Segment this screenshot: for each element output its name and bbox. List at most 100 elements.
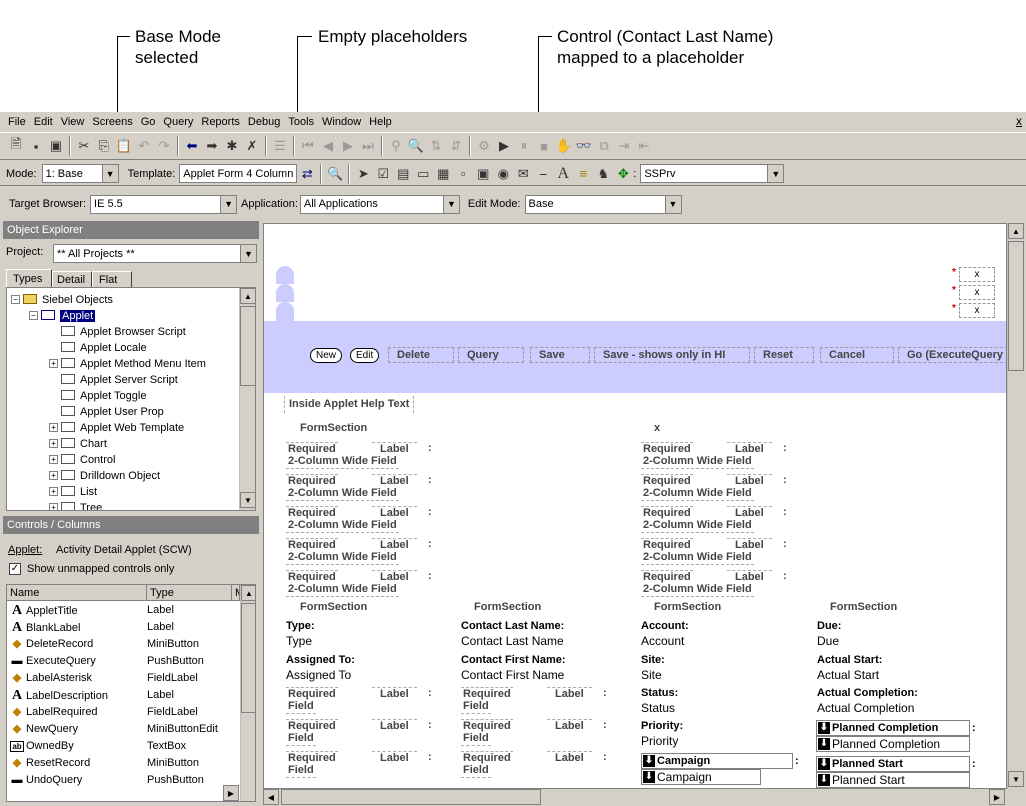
scroll-down-icon[interactable]: ▼ [1008, 771, 1024, 787]
label-placeholder[interactable]: Label [547, 719, 592, 733]
planned-start-label-control[interactable]: ⬇ Planned Start [816, 756, 970, 772]
redo-icon[interactable]: ↷ [154, 136, 174, 156]
account-control[interactable]: Account [641, 634, 684, 648]
expand-icon[interactable]: + [49, 486, 58, 496]
tree-node-applet[interactable]: − Applet [29, 308, 96, 324]
step-out-icon[interactable]: ⇤ [634, 136, 654, 156]
scroll-up-icon[interactable]: ▲ [241, 585, 255, 601]
required-placeholder[interactable]: Required [641, 474, 693, 488]
tree-node[interactable]: + List [49, 484, 97, 500]
actual-start-control[interactable]: Actual Start [817, 668, 879, 682]
menu-tools[interactable]: Tools [288, 116, 314, 128]
move-icon[interactable]: ✥ [613, 164, 633, 184]
tree-node[interactable]: + Tree [49, 500, 102, 510]
back-icon[interactable]: ⬅ [182, 136, 202, 156]
placeholder-x[interactable]: x [959, 267, 995, 282]
first-record-icon[interactable]: ⏮ [298, 136, 318, 156]
required-placeholder[interactable]: Required [286, 506, 338, 520]
cut-icon[interactable]: ✂ [74, 136, 94, 156]
menu-window[interactable]: Window [322, 116, 361, 128]
scroll-right-icon[interactable]: ▶ [223, 785, 239, 801]
expand-icon[interactable]: + [49, 470, 58, 480]
last-record-icon[interactable]: ⏭ [358, 136, 378, 156]
tree-node[interactable]: Applet User Prop [61, 404, 164, 420]
label-placeholder[interactable]: Label [372, 687, 417, 701]
table-row[interactable]: A LabelDescription Label [7, 687, 239, 704]
required-placeholder[interactable]: Required [641, 442, 693, 456]
required-placeholder[interactable]: Required [461, 751, 513, 765]
placeholder-x[interactable]: x [959, 285, 995, 300]
field-placeholder[interactable]: Field [286, 700, 316, 714]
field-placeholder[interactable]: 2-Column Wide Field [286, 583, 399, 597]
reset-button-placeholder[interactable]: Reset [754, 347, 814, 363]
globe-control-icon[interactable]: ◉ [493, 164, 513, 184]
text-A-icon[interactable]: A [553, 164, 573, 184]
preview-icon[interactable]: 🔍 [325, 164, 345, 184]
expand-icon[interactable]: + [49, 454, 58, 464]
close-window-button[interactable]: x [1016, 114, 1022, 128]
form-section-placeholder[interactable]: FormSection [300, 601, 367, 614]
save-hi-button-placeholder[interactable]: Save - shows only in HI [594, 347, 750, 363]
list-icon[interactable]: ☰ [270, 136, 290, 156]
required-placeholder[interactable]: Required [641, 570, 693, 584]
field-placeholder[interactable]: 2-Column Wide Field [641, 519, 754, 533]
forward-icon[interactable]: ➡ [202, 136, 222, 156]
collapse-icon[interactable]: − [29, 310, 38, 320]
tree-node[interactable]: + Applet Web Template [49, 420, 184, 436]
expand-icon[interactable]: + [49, 422, 58, 432]
contact-first-name-control[interactable]: Contact First Name [461, 668, 564, 682]
form-section-placeholder[interactable]: FormSection [474, 601, 541, 614]
next-record-icon[interactable]: ▶ [338, 136, 358, 156]
copy-icon[interactable]: ⎘ [94, 136, 114, 156]
label-placeholder[interactable]: Label [547, 687, 592, 701]
tree-node[interactable]: + Drilldown Object [49, 468, 160, 484]
label-placeholder[interactable]: Label [727, 506, 772, 520]
field-placeholder[interactable]: 2-Column Wide Field [286, 487, 399, 501]
scroll-thumb[interactable] [281, 789, 541, 805]
image-control-icon[interactable]: ▣ [473, 164, 493, 184]
text-control-icon[interactable]: ▫ [453, 164, 473, 184]
delete-record-icon[interactable]: ✗ [242, 136, 262, 156]
tree-node[interactable]: Applet Browser Script [61, 324, 186, 340]
collapse-icon[interactable]: − [11, 294, 20, 304]
required-placeholder[interactable]: Required [286, 570, 338, 584]
form-control-icon[interactable]: ▤ [393, 164, 413, 184]
campaign-label-control[interactable]: ⬇ Campaign [641, 753, 793, 769]
actual-completion-control[interactable]: Actual Completion [817, 701, 914, 715]
line-control-icon[interactable]: ⎯ [533, 164, 553, 184]
tree-node[interactable]: Applet Locale [61, 340, 147, 356]
save-icon[interactable]: ▪ [26, 136, 46, 156]
template-select-icon[interactable]: ⇄ [297, 164, 317, 184]
canvas-horizontal-scrollbar[interactable]: ◀ ▶ [263, 789, 1007, 806]
step-into-icon[interactable]: ⇥ [614, 136, 634, 156]
menu-file[interactable]: File [8, 116, 26, 128]
contact-last-name-control[interactable]: Contact Last Name [461, 634, 564, 648]
required-placeholder[interactable]: Required [286, 719, 338, 733]
scroll-thumb[interactable] [240, 306, 255, 386]
label-placeholder[interactable]: Label [547, 751, 592, 765]
mode-select[interactable]: 1: Base [41, 164, 102, 183]
grid-control-icon[interactable]: ▦ [433, 164, 453, 184]
cancel-button-placeholder[interactable]: Cancel [820, 347, 894, 363]
table-row[interactable]: ◆ ResetRecord MiniButton [7, 755, 239, 772]
application-select[interactable]: All Applications [299, 194, 443, 214]
find-icon[interactable]: 🔍 [406, 136, 426, 156]
field-placeholder[interactable]: Field [286, 732, 316, 746]
paste-icon[interactable]: 📋 [114, 136, 134, 156]
label-control-icon[interactable]: ▭ [413, 164, 433, 184]
mail-control-icon[interactable]: ✉ [513, 164, 533, 184]
table-row[interactable]: ◆ DeleteRecord MiniButton [7, 636, 239, 653]
run-icon[interactable]: ▶ [494, 136, 514, 156]
required-placeholder[interactable]: Required [286, 474, 338, 488]
planned-start-control[interactable]: ⬇ Planned Start [816, 772, 970, 788]
tab-detail[interactable]: Detail [52, 271, 92, 288]
label-placeholder[interactable]: Label [727, 538, 772, 552]
scroll-up-icon[interactable]: ▲ [1008, 223, 1024, 239]
tree-node[interactable]: + Chart [49, 436, 107, 452]
label-placeholder[interactable]: Label [372, 538, 417, 552]
form-section-placeholder[interactable]: FormSection [830, 601, 897, 614]
scroll-thumb[interactable] [241, 603, 255, 713]
table-row[interactable]: ◆ NewQuery MiniButtonEdit [7, 721, 239, 738]
label-placeholder[interactable]: Label [372, 506, 417, 520]
type-control[interactable]: Type [286, 634, 312, 648]
